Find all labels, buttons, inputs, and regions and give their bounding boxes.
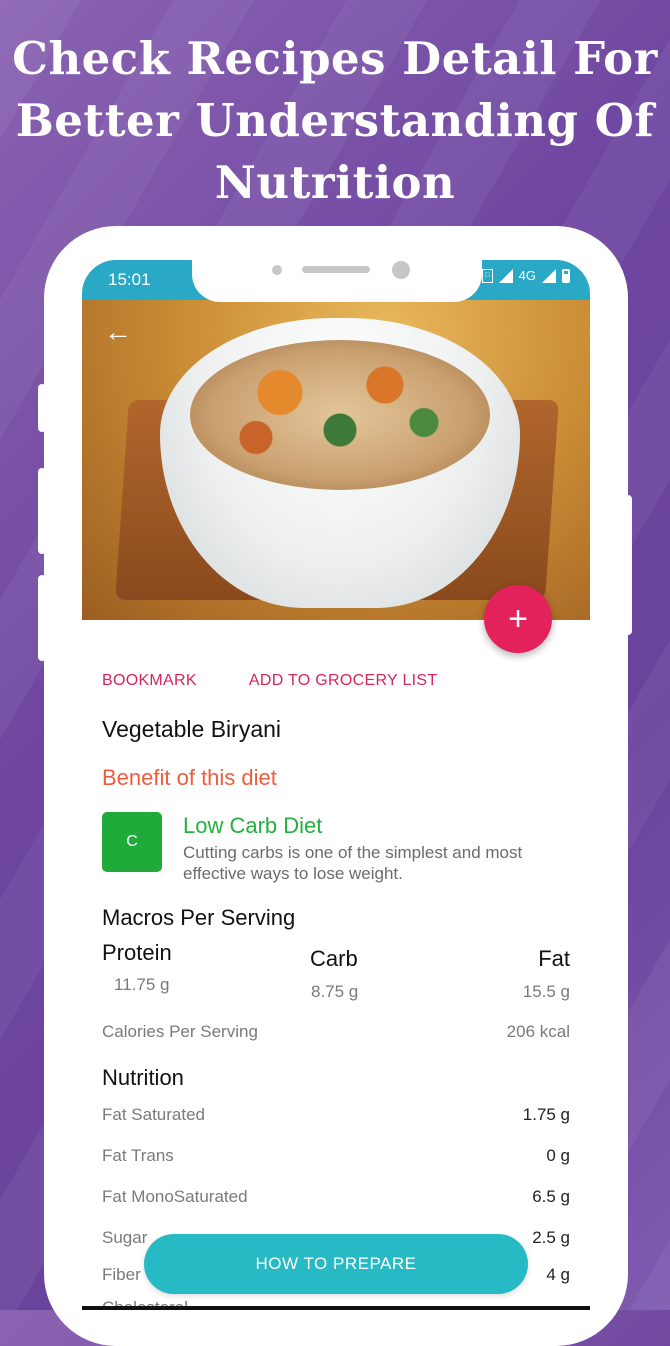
nutrition-heading: Nutrition bbox=[102, 1065, 184, 1090]
headline-line-1: Check Recipes Detail For bbox=[12, 32, 658, 85]
protein-label: Protein bbox=[102, 940, 172, 965]
nutrition-label: Sugar bbox=[102, 1228, 148, 1247]
nutrition-row: Fat MonoSaturated 6.5 g bbox=[102, 1187, 570, 1211]
phone-side-button bbox=[38, 468, 46, 554]
front-camera bbox=[392, 261, 410, 279]
nutrition-label: Fat Saturated bbox=[102, 1105, 206, 1124]
nutrition-label: Fat Trans bbox=[102, 1146, 174, 1165]
promo-headline: Check Recipes Detail For Better Understa… bbox=[0, 28, 670, 214]
app-screen: 15:01 □ 4G ← + BOOKMARK ADD TO GROCERY L… bbox=[82, 260, 590, 1310]
phone-side-button bbox=[38, 384, 46, 432]
nutrition-label: Fat MonoSaturated bbox=[102, 1187, 248, 1206]
bookmark-button[interactable]: BOOKMARK bbox=[102, 672, 197, 690]
add-fab-button[interactable]: + bbox=[484, 585, 552, 653]
how-to-prepare-button[interactable]: HOW TO PREPARE bbox=[144, 1234, 528, 1294]
bottom-edge bbox=[82, 1306, 590, 1310]
calories-label: Calories Per Serving bbox=[102, 1022, 258, 1041]
headline-line-3: Nutrition bbox=[214, 156, 456, 209]
phone-side-button bbox=[38, 575, 46, 661]
phone-notch bbox=[192, 260, 482, 302]
sensor-dot bbox=[272, 265, 282, 275]
carb-label: Carb bbox=[310, 946, 358, 971]
biryani-food bbox=[190, 340, 490, 490]
signal-icon bbox=[542, 268, 556, 283]
calories-value: 206 kcal bbox=[506, 1022, 570, 1041]
add-to-grocery-list-button[interactable]: ADD TO GROCERY LIST bbox=[249, 672, 438, 690]
fat-label: Fat bbox=[538, 946, 570, 971]
nutrition-row: Fat Trans 0 g bbox=[102, 1146, 570, 1170]
nutrition-value: 6.5 g bbox=[532, 1187, 570, 1206]
headline-line-2: Better Understanding Of bbox=[15, 94, 655, 147]
nutrition-value: 2.5 g bbox=[532, 1228, 570, 1247]
diet-description: Cutting carbs is one of the simplest and… bbox=[183, 843, 523, 883]
nutrition-value: 0 g bbox=[546, 1146, 570, 1165]
back-button[interactable]: ← bbox=[104, 318, 132, 346]
recipe-actions: BOOKMARK ADD TO GROCERY LIST bbox=[102, 672, 437, 690]
recipe-title: Vegetable Biryani bbox=[102, 716, 282, 742]
status-time: 15:01 bbox=[108, 270, 151, 289]
carb-value: 8.75 g bbox=[311, 982, 359, 1001]
diet-badge: C bbox=[102, 812, 162, 872]
benefit-heading: Benefit of this diet bbox=[102, 765, 277, 790]
nutrition-row: Fat Saturated 1.75 g bbox=[102, 1105, 570, 1129]
speaker-grille bbox=[302, 266, 370, 273]
status-icons: □ 4G bbox=[481, 268, 570, 283]
bowl bbox=[160, 318, 520, 608]
recipe-hero-image: ← bbox=[82, 300, 590, 620]
sim-icon: □ bbox=[481, 268, 493, 283]
phone-side-button bbox=[624, 495, 632, 635]
network-type-label: 4G bbox=[518, 268, 536, 283]
fat-value: 15.5 g bbox=[522, 982, 570, 1001]
nutrition-value: 4 g bbox=[546, 1265, 570, 1284]
battery-icon bbox=[562, 268, 570, 283]
diet-name: Low Carb Diet bbox=[183, 813, 323, 838]
protein-value: 11.75 g bbox=[114, 975, 170, 994]
nutrition-label: Fiber bbox=[102, 1265, 141, 1284]
signal-icon bbox=[498, 268, 513, 283]
macros-heading: Macros Per Serving bbox=[102, 905, 296, 930]
nutrition-value: 1.75 g bbox=[522, 1105, 570, 1124]
arrow-left-icon: ← bbox=[104, 316, 132, 347]
